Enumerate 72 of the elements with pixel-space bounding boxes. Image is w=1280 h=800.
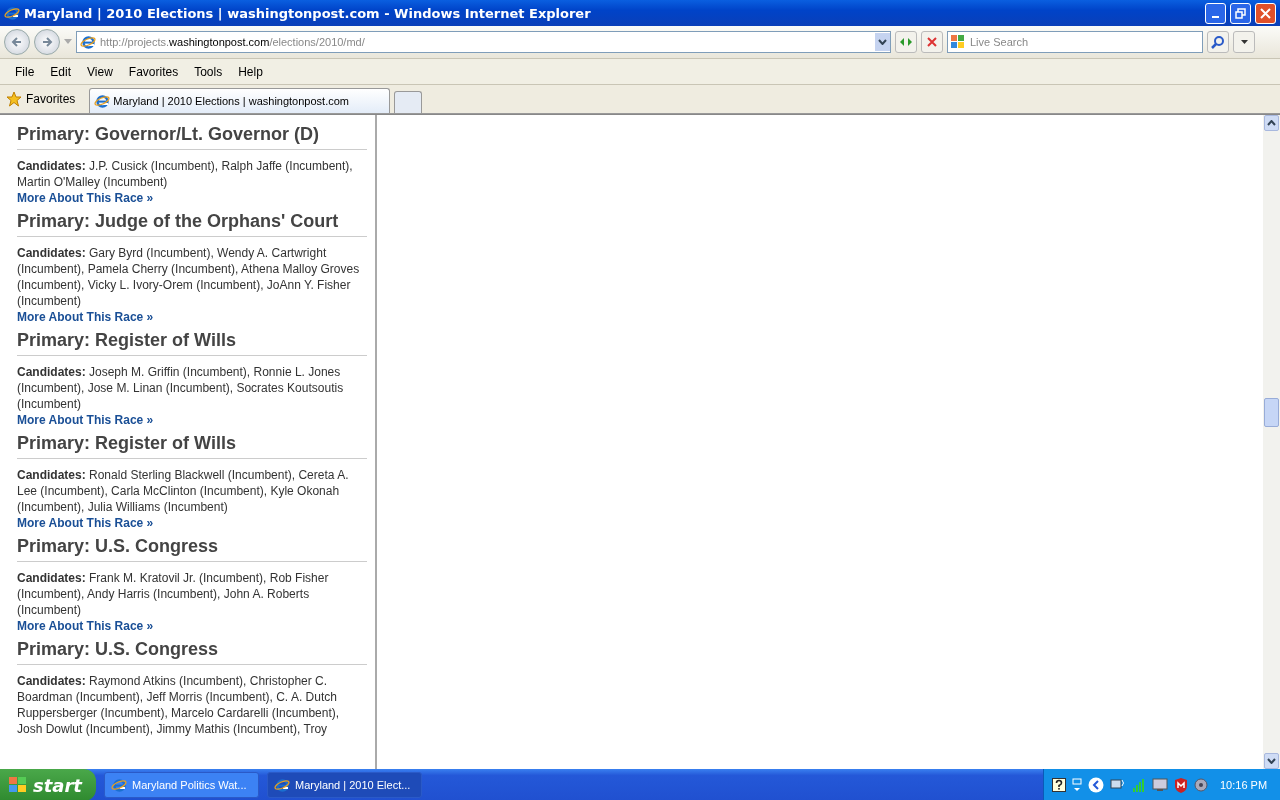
ie-logo-icon [274,777,290,793]
close-icon [1260,7,1271,19]
arrow-right-icon [41,36,53,48]
taskbar-button[interactable]: Maryland Politics Wat... [104,772,259,798]
restore-icon [1235,7,1246,19]
stop-button[interactable] [921,31,943,53]
page-icon [80,34,96,50]
forward-button[interactable] [34,29,60,55]
race-heading: Primary: Register of Wills [17,330,367,356]
arrow-left-icon [11,36,23,48]
search-field[interactable]: Live Search [947,31,1203,53]
race-link[interactable]: More About This Race » [17,515,154,531]
race-link[interactable]: More About This Race » [17,190,154,206]
help-icon[interactable] [1052,778,1066,792]
chevron-down-icon [1267,758,1276,764]
menu-item[interactable]: Favorites [121,62,186,81]
candidates-text: Candidates: Gary Byrd (Incumbent), Wendy A. Cartwright (Incumbent), Pamela Cherry (Incumbent), Athena Malloy Groves (Incumbent), Vicky L. Ivory-Orem (Incumbent), JoAnn Y. Fisher (Incumbent) [17,245,361,309]
browser-tab[interactable]: Maryland | 2010 Elections | washingtonpost.com [89,88,390,113]
search-options-button[interactable] [1233,31,1255,53]
candidates-text: Candidates: Ronald Sterling Blackwell (Incumbent), Cereta A. Lee (Incumbent), Carla McClinton (Incumbent), Kyle Okonah (Incumbent), Julia Williams (Incumbent) [17,467,350,515]
ie-logo-icon [4,5,20,21]
candidates-text: Candidates: Joseph M. Griffin (Incumbent), Ronnie L. Jones (Incumbent), Jose M. Linan (Incumbent), Socrates Koutsoutis (Incumbent) [17,364,345,412]
race-heading: Primary: Judge of the Orphans' Court [17,211,367,237]
address-field[interactable]: http://projects.washingtonpost.com/elections/2010/md/ [76,31,891,53]
caret-icon [1240,39,1248,45]
speaker-icon[interactable] [1194,778,1208,792]
scroll-up-button[interactable] [1264,115,1279,131]
page-icon [94,93,111,109]
restore-button[interactable] [1230,2,1251,24]
scroll-down-button[interactable] [1264,753,1279,769]
search-icon [1211,35,1225,49]
menu-item[interactable]: Help [231,62,270,81]
clock: 10:16 PM [1220,779,1268,791]
minimize-button[interactable] [1205,2,1226,24]
favorites-button[interactable]: Favorites [4,87,86,111]
race-heading: Primary: U.S. Congress [17,536,367,562]
stop-icon [926,36,938,48]
address-dropdown-button[interactable] [875,33,890,51]
refresh-button[interactable] [895,31,917,53]
chevron-up-icon [1267,120,1276,126]
monitor-icon[interactable] [1152,778,1168,792]
refresh-icon [898,35,914,49]
menu-item[interactable]: View [80,62,120,81]
chevron-left-icon[interactable] [1088,777,1104,793]
race-link[interactable]: More About This Race » [17,309,154,325]
ie-logo-icon [111,777,127,793]
minimize-icon [1212,15,1219,18]
candidates-text: Candidates: Raymond Atkins (Incumbent), Christopher C. Boardman (Incumbent), Jeff Morris (Incumbent), C. A. Dutch Ruppersberger (Incumbent), Marcelo Cardarelli (Incumbent), Josh Dowlut (Incumbent), Jimmy Mathis (Incumbent), Troy [17,673,341,737]
windows-flag-icon [8,776,28,794]
start-button[interactable]: start [0,769,96,800]
windows-icon[interactable] [1072,778,1082,792]
star-icon [6,91,22,107]
back-button[interactable] [4,29,30,55]
menu-item[interactable]: File [8,62,42,81]
race-heading: Primary: Governor/Lt. Governor (D) [17,124,367,150]
candidates-text: Candidates: J.P. Cusick (Incumbent), Ralph Jaffe (Incumbent), Martin O'Malley (Incumbent) [17,158,354,190]
windows-flag-icon [951,35,964,48]
race-link[interactable]: More About This Race » [17,618,154,634]
candidates-text: Candidates: Frank M. Kratovil Jr. (Incumbent), Rob Fisher (Incumbent), Andy Harris (Incumbent), John A. Roberts (Incumbent) [17,570,330,618]
close-button[interactable] [1255,2,1276,24]
menu-item[interactable]: Edit [43,62,79,81]
race-heading: Primary: U.S. Congress [17,639,367,665]
taskbar-button[interactable]: Maryland | 2010 Elect... [267,772,422,798]
window-title: Maryland | 2010 Elections | washingtonpost.com - Windows Internet Explorer [24,5,592,21]
caret-icon [878,39,887,45]
scroll-thumb[interactable] [1264,398,1279,427]
shield-icon[interactable] [1174,777,1188,793]
computer-icon[interactable] [1110,778,1126,792]
race-heading: Primary: Register of Wills [17,433,367,459]
menu-item[interactable]: Tools [187,62,230,81]
search-button[interactable] [1207,31,1229,53]
race-link[interactable]: More About This Race » [17,412,154,428]
